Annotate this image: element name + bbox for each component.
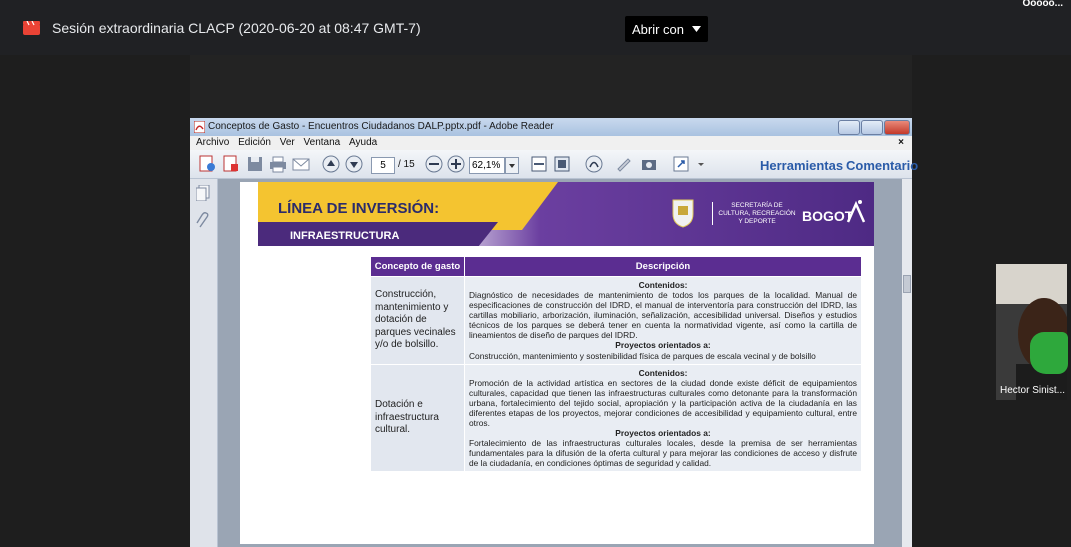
zoom-out-icon[interactable] — [425, 155, 443, 173]
email-icon[interactable] — [292, 155, 310, 173]
shared-screen-top — [190, 55, 912, 118]
meeting-title: Sesión extraordinaria CLACP (2020-06-20 … — [52, 20, 421, 36]
menu-ventana[interactable]: Ventana — [304, 137, 341, 148]
logo-org-text: SECRETARÍA DE CULTURA, RECREACIÓN Y DEPO… — [712, 202, 797, 226]
recording-icon — [23, 21, 40, 35]
pdf-app-icon — [194, 121, 205, 133]
page-up-icon[interactable] — [322, 155, 340, 173]
navigation-panel — [190, 179, 218, 547]
tools-pane-button[interactable]: Herramientas — [760, 158, 843, 173]
print-icon[interactable] — [268, 155, 288, 173]
concept-cell: Construcción, mantenimiento y dotación d… — [370, 276, 465, 365]
page-total: / 15 — [398, 159, 415, 170]
page-thumbnails-icon[interactable] — [196, 185, 210, 201]
vertical-scrollbar[interactable] — [902, 179, 912, 547]
corner-overlay-text: Ooooo... — [1022, 0, 1063, 6]
sign-icon[interactable] — [615, 155, 633, 173]
menu-bar: Archivo Edición Ver Ventana Ayuda × — [190, 136, 912, 150]
slide-subheading: INFRAESTRUCTURA — [290, 230, 400, 242]
contents-label: Contenidos: — [638, 280, 688, 290]
bogota-coat-of-arms-icon — [672, 199, 694, 228]
contents-text: Diagnóstico de necesidades de mantenimie… — [469, 290, 857, 341]
window-titlebar[interactable]: Conceptos de Gasto - Encuentros Ciudadan… — [190, 118, 912, 136]
read-mode-icon[interactable] — [585, 155, 603, 173]
maximize-button[interactable] — [861, 120, 883, 135]
close-document-icon[interactable]: × — [898, 137, 904, 148]
menu-ver[interactable]: Ver — [280, 137, 295, 148]
bogota-logo-mark-icon — [846, 200, 866, 223]
attachments-icon[interactable] — [196, 211, 210, 229]
save-icon[interactable] — [246, 155, 264, 173]
description-cell: Contenidos: Diagnóstico de necesidades d… — [464, 276, 862, 365]
pdf-slide-page: LÍNEA DE INVERSIÓN: INFRAESTRUCTURA SECR… — [240, 182, 874, 544]
comment-pane-button[interactable]: Comentario — [846, 158, 918, 173]
page-down-icon[interactable] — [345, 155, 363, 173]
menu-edicion[interactable]: Edición — [238, 137, 271, 148]
menu-ayuda[interactable]: Ayuda — [349, 137, 377, 148]
concept-cell: Dotación e infraestructura cultural. — [370, 363, 465, 473]
zoom-dropdown[interactable] — [505, 157, 519, 174]
edit-pdf-icon[interactable] — [222, 155, 240, 173]
institution-logos: SECRETARÍA DE CULTURA, RECREACIÓN Y DEPO… — [670, 196, 870, 236]
projects-text: Fortalecimiento de las infraestructuras … — [469, 438, 857, 469]
column-header: Descripción — [464, 256, 862, 277]
expand-icon[interactable] — [672, 155, 690, 173]
participant-name: Hector Sinist... — [1000, 385, 1066, 396]
adobe-reader-window: Conceptos de Gasto - Encuentros Ciudadan… — [190, 118, 918, 547]
spending-concepts-table: Concepto de gasto Descripción Construcci… — [370, 256, 862, 473]
slide-heading: LÍNEA DE INVERSIÓN: — [278, 200, 440, 217]
page-number-input[interactable]: 5 — [371, 157, 395, 174]
toolbar-options-icon[interactable] — [696, 155, 706, 173]
fit-page-icon[interactable] — [553, 155, 571, 173]
contents-label: Contenidos: — [638, 367, 688, 378]
menu-archivo[interactable]: Archivo — [196, 137, 229, 148]
column-header: Concepto de gasto — [370, 256, 465, 277]
table-row: Construcción, mantenimiento y dotación d… — [370, 276, 862, 365]
description-cell: Contenidos: Promoción de la actividad ar… — [464, 363, 862, 473]
close-window-button[interactable] — [884, 120, 910, 135]
contents-text: Promoción de la actividad artística en s… — [469, 377, 857, 429]
snapshot-icon[interactable] — [640, 155, 658, 173]
zoom-in-icon[interactable] — [447, 155, 465, 173]
reader-toolbar: 5 / 15 62,1% Herramientas Comentario — [190, 150, 918, 179]
projects-label: Proyectos orientados a: — [615, 428, 711, 439]
fit-width-icon[interactable] — [530, 155, 548, 173]
projects-label: Proyectos orientados a: — [615, 340, 711, 351]
scrollbar-thumb[interactable] — [903, 275, 911, 293]
projects-text: Construcción, mantenimiento y sostenibil… — [469, 350, 816, 361]
meeting-top-bar: Sesión extraordinaria CLACP (2020-06-20 … — [0, 0, 1071, 55]
caret-down-icon — [692, 26, 702, 32]
open-with-label: Abrir con — [631, 21, 685, 37]
open-with-button[interactable]: Abrir con — [625, 16, 708, 42]
table-row: Dotación e infraestructura cultural. Con… — [370, 363, 862, 473]
zoom-level-input[interactable]: 62,1% — [469, 157, 505, 174]
minimize-button[interactable] — [838, 120, 860, 135]
table-header-row: Concepto de gasto Descripción — [370, 256, 862, 277]
caret-down-icon — [509, 164, 515, 168]
participant-mask — [1030, 332, 1068, 374]
create-pdf-icon[interactable] — [198, 155, 216, 173]
window-title: Conceptos de Gasto - Encuentros Ciudadan… — [208, 121, 554, 132]
